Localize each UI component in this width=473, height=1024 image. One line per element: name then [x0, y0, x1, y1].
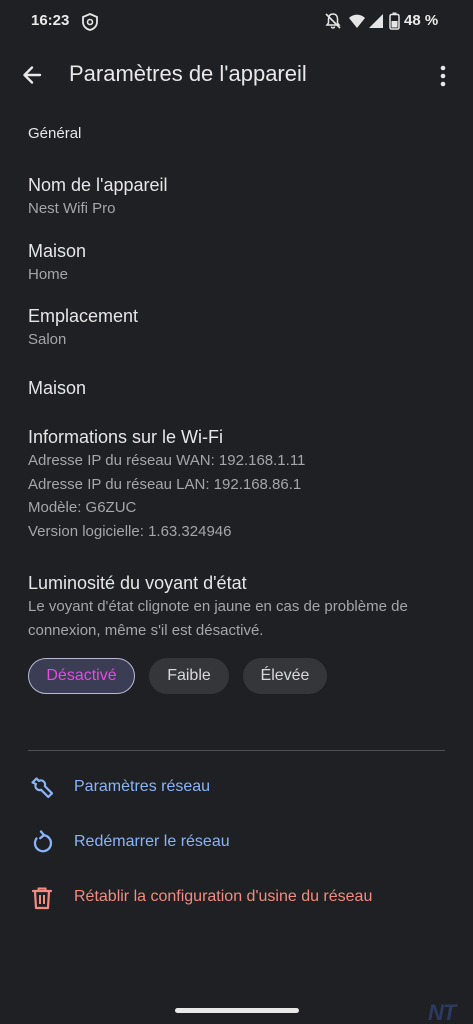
home-item[interactable]: Maison Home — [28, 239, 453, 287]
software-version: Version logicielle: 1.63.324946 — [28, 522, 232, 540]
back-arrow-icon[interactable] — [18, 60, 48, 90]
chip-off[interactable]: Désactivé — [28, 658, 135, 694]
restart-network-action[interactable]: Redémarrer le réseau — [28, 825, 453, 861]
trash-icon — [31, 887, 53, 910]
status-light-title: Luminosité du voyant d'état — [28, 573, 247, 593]
status-light-description: Le voyant d'état clignote en jaune en ca… — [28, 598, 408, 639]
home-value: Home — [28, 266, 69, 283]
battery-icon — [389, 12, 400, 30]
wan-ip: Adresse IP du réseau WAN: 192.168.1.11 — [28, 452, 306, 469]
wifi-icon — [349, 14, 365, 28]
model: Modèle: G6ZUC — [28, 499, 137, 516]
notifications-off-icon — [325, 13, 341, 29]
more-vert-icon[interactable] — [432, 62, 454, 90]
lan-ip: Adresse IP du réseau LAN: 192.168.86.1 — [28, 475, 302, 493]
page-title: Paramètres de l'appareil — [69, 61, 307, 86]
wifi-info-title: Informations sur le Wi-Fi — [28, 427, 224, 447]
factory-reset-action[interactable]: Rétablir la configuration d'usine du rés… — [28, 880, 453, 916]
divider — [28, 750, 445, 751]
status-light-item: Luminosité du voyant d'état Le voyant d'… — [28, 571, 447, 643]
cell-signal-icon — [369, 14, 383, 28]
network-settings-action[interactable]: Paramètres réseau — [28, 770, 453, 806]
vpn-shield-icon — [82, 13, 98, 31]
home-title: Maison — [28, 241, 87, 261]
home-link-item[interactable]: Maison — [28, 376, 453, 400]
device-name-title: Nom de l'appareil — [28, 175, 168, 195]
device-name-item[interactable]: Nom de l'appareil Nest Wifi Pro — [28, 173, 453, 221]
section-header-general: Général — [28, 125, 82, 142]
factory-reset-label: Rétablir la configuration d'usine du rés… — [74, 888, 373, 905]
location-item[interactable]: Emplacement Salon — [28, 304, 453, 352]
watermark-logo: NT — [428, 1000, 456, 1024]
chip-low[interactable]: Faible — [149, 658, 229, 694]
home-indicator[interactable] — [175, 1008, 299, 1013]
device-settings-screen: 16:23 48 % Paramètres de l'appareil Géné… — [0, 0, 473, 1024]
status-bar: 16:23 48 % — [0, 0, 473, 42]
location-title: Emplacement — [28, 306, 139, 326]
restart-icon — [33, 830, 53, 853]
wifi-info-item: Informations sur le Wi-Fi Adresse IP du … — [28, 425, 453, 543]
device-name-value: Nest Wifi Pro — [28, 200, 116, 217]
chip-high[interactable]: Élevée — [243, 658, 327, 694]
restart-network-label: Redémarrer le réseau — [74, 833, 230, 850]
status-time: 16:23 — [31, 12, 70, 29]
wrench-icon — [31, 777, 54, 799]
network-settings-label: Paramètres réseau — [74, 778, 211, 795]
home-link-title: Maison — [28, 378, 87, 398]
location-value: Salon — [28, 331, 67, 348]
battery-percent: 48 % — [404, 12, 439, 29]
